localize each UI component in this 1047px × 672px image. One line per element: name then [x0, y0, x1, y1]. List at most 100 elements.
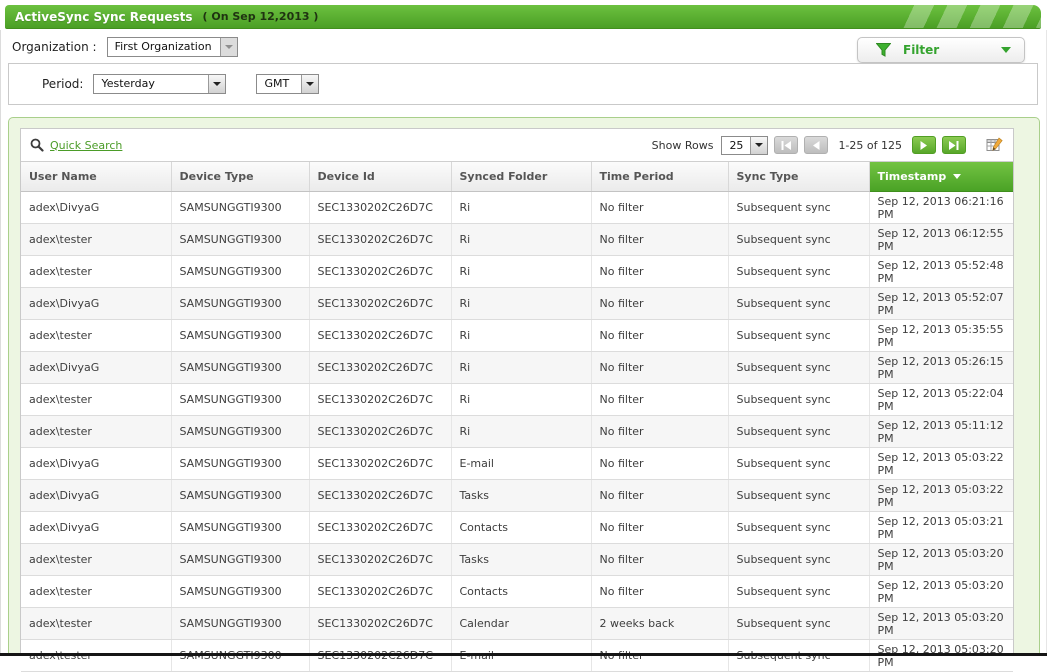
cell-user: adex\tester — [21, 543, 172, 576]
cell-device-type: SAMSUNGGTI9300 — [171, 543, 310, 576]
cell-device-id: SEC1330202C26D7C — [309, 511, 452, 544]
cell-timestamp: Sep 12, 2013 05:03:20 PM — [869, 543, 1013, 576]
table-row[interactable]: adex\testerSAMSUNGGTI9300SEC1330202C26D7… — [21, 319, 1013, 352]
cell-device-id: SEC1330202C26D7C — [309, 287, 452, 320]
cell-user: adex\DivyaG — [21, 191, 172, 224]
table-row[interactable]: adex\testerSAMSUNGGTI9300SEC1330202C26D7… — [21, 575, 1013, 608]
table-body: adex\DivyaG SAMSUNGGTI9300 SEC1330202C26D7… — [21, 191, 1013, 672]
quick-search-link[interactable]: Quick Search — [30, 138, 122, 152]
cell-sync-type: Subsequent sync — [728, 575, 870, 608]
column-header-synced-folder[interactable]: Synced Folder — [451, 162, 592, 192]
pagination-controls: Show Rows 25 1-25 of 125 — [651, 135, 1004, 155]
customize-columns-button[interactable] — [986, 137, 1004, 153]
timezone-value: GMT — [264, 77, 290, 90]
cell-user: adex\DivyaG — [21, 511, 172, 544]
cell-device-type: SAMSUNGGTI9300 — [171, 351, 310, 384]
report-panel: Quick Search Show Rows 25 1-25 of 125 Us… — [8, 117, 1040, 672]
timezone-select[interactable]: GMT — [256, 74, 320, 94]
chevron-down-icon[interactable] — [301, 75, 319, 93]
cell-user: adex\tester — [21, 575, 172, 608]
cell-time-period: No filter — [591, 191, 729, 224]
cell-device-id: SEC1330202C26D7C — [309, 319, 452, 352]
cell-timestamp: Sep 12, 2013 05:03:22 PM — [869, 479, 1013, 512]
cell-device-type: SAMSUNGGTI9300 — [171, 607, 310, 640]
table-row[interactable]: adex\DivyaG SAMSUNGGTI9300 SEC1330202C26D7… — [21, 447, 1013, 480]
table-row[interactable]: adex\DivyaG SAMSUNGGTI9300 SEC1330202C26D7… — [21, 351, 1013, 384]
column-header-time-period[interactable]: Time Period — [591, 162, 729, 192]
cell-device-type: SAMSUNGGTI9300 — [171, 511, 310, 544]
page-title-bar: ActiveSync Sync Requests ( On Sep 12,201… — [5, 5, 1041, 29]
page-title-date: ( On Sep 12,2013 ) — [202, 10, 319, 23]
cell-sync-type: Subsequent sync — [728, 383, 870, 416]
column-header-user-name[interactable]: User Name — [21, 162, 172, 192]
next-page-button[interactable] — [912, 136, 936, 154]
cell-synced-folder: Tasks — [451, 543, 592, 576]
cell-device-type: SAMSUNGGTI9300 — [171, 479, 310, 512]
cell-device-type: SAMSUNGGTI9300 — [171, 255, 310, 288]
sort-desc-icon — [953, 174, 962, 180]
column-header-timestamp[interactable]: Timestamp — [869, 162, 1013, 192]
cell-time-period: No filter — [591, 479, 729, 512]
cell-user: adex\DivyaG — [21, 287, 172, 320]
table-row[interactable]: adex\testerSAMSUNGGTI9300SEC1330202C26D7… — [21, 223, 1013, 256]
period-select[interactable]: Yesterday — [93, 74, 227, 94]
cell-user: adex\tester — [21, 383, 172, 416]
cell-sync-type: Subsequent sync — [728, 223, 870, 256]
cell-timestamp: Sep 12, 2013 05:52:48 PM — [869, 255, 1013, 288]
cell-synced-folder: Ri — [451, 383, 592, 416]
title-bar-stripes-decoration — [901, 5, 1041, 28]
last-page-button[interactable] — [942, 136, 966, 154]
cell-device-id: SEC1330202C26D7C — [309, 575, 452, 608]
window-left-edge — [0, 30, 1, 656]
chevron-down-icon[interactable] — [750, 136, 768, 154]
cell-synced-folder: Ri — [451, 319, 592, 352]
cell-synced-folder: E-mail — [451, 447, 592, 480]
cell-user: adex\tester — [21, 223, 172, 256]
cell-timestamp: Sep 12, 2013 06:12:55 PM — [869, 223, 1013, 256]
cell-timestamp: Sep 12, 2013 06:21:16 PM — [869, 191, 1013, 224]
cell-device-id: SEC1330202C26D7C — [309, 447, 452, 480]
cell-sync-type: Subsequent sync — [728, 319, 870, 352]
cell-timestamp: Sep 12, 2013 05:52:07 PM — [869, 287, 1013, 320]
table-row[interactable]: adex\DivyaG SAMSUNGGTI9300 SEC1330202C26D7… — [21, 287, 1013, 320]
show-rows-label: Show Rows — [651, 138, 714, 152]
previous-page-button[interactable] — [804, 136, 829, 154]
column-header-sync-type[interactable]: Sync Type — [728, 162, 870, 192]
table-header-row: User Name Device Type Device Id Synced F… — [21, 162, 1013, 192]
quick-search-label[interactable]: Quick Search — [50, 139, 122, 152]
show-rows-select[interactable]: 25 — [721, 135, 769, 155]
filter-button[interactable]: Filter — [857, 37, 1025, 63]
chevron-down-icon[interactable] — [208, 75, 226, 93]
cell-sync-type: Subsequent sync — [728, 447, 870, 480]
table-row[interactable]: adex\testerSAMSUNGGTI9300SEC1330202C26D7… — [21, 543, 1013, 576]
chevron-down-icon[interactable] — [219, 38, 237, 56]
first-page-button[interactable] — [774, 136, 799, 154]
cell-timestamp: Sep 12, 2013 05:03:21 PM — [869, 511, 1013, 544]
cell-device-id: SEC1330202C26D7C — [309, 543, 452, 576]
cell-time-period: No filter — [591, 575, 729, 608]
cell-sync-type: Subsequent sync — [728, 287, 870, 320]
table-row[interactable]: adex\testerSAMSUNGGTI9300SEC1330202C26D7… — [21, 415, 1013, 448]
table-row[interactable]: adex\testerSAMSUNGGTI9300SEC1330202C26D7… — [21, 383, 1013, 416]
cell-synced-folder: Contacts — [451, 575, 592, 608]
cell-time-period: No filter — [591, 415, 729, 448]
table-row[interactable]: adex\DivyaG SAMSUNGGTI9300 SEC1330202C26D7… — [21, 479, 1013, 512]
organization-label: Organization : — [12, 40, 97, 54]
column-header-device-type[interactable]: Device Type — [171, 162, 310, 192]
cell-synced-folder: Ri — [451, 287, 592, 320]
column-header-device-id[interactable]: Device Id — [309, 162, 452, 192]
cell-time-period: No filter — [591, 447, 729, 480]
cell-device-id: SEC1330202C26D7C — [309, 255, 452, 288]
page-title: ActiveSync Sync Requests — [15, 9, 193, 24]
cell-timestamp: Sep 12, 2013 05:22:04 PM — [869, 383, 1013, 416]
period-value: Yesterday — [101, 77, 155, 90]
table-row[interactable]: adex\testerSAMSUNGGTI9300SEC1330202C26D7… — [21, 607, 1013, 640]
table-row[interactable]: adex\DivyaG SAMSUNGGTI9300 SEC1330202C26D7… — [21, 511, 1013, 544]
organization-select[interactable]: First Organization — [106, 37, 238, 57]
table-row[interactable]: adex\DivyaG SAMSUNGGTI9300 SEC1330202C26D7… — [21, 191, 1013, 224]
edit-table-icon — [986, 137, 1003, 151]
cell-device-type: SAMSUNGGTI9300 — [171, 415, 310, 448]
cell-device-type: SAMSUNGGTI9300 — [171, 383, 310, 416]
cell-user: adex\DivyaG — [21, 479, 172, 512]
table-row[interactable]: adex\testerSAMSUNGGTI9300SEC1330202C26D7… — [21, 255, 1013, 288]
